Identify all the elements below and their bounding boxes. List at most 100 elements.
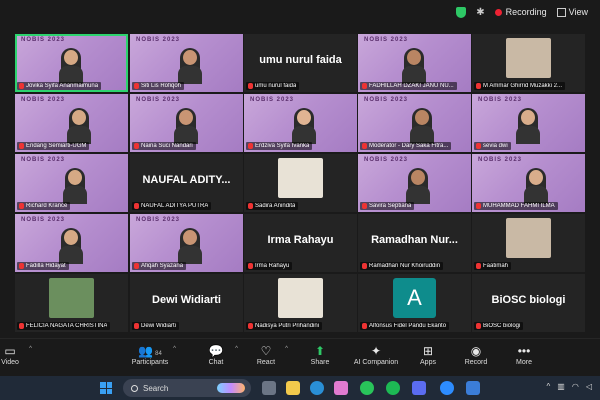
- chevron-up-icon[interactable]: ^: [235, 346, 238, 352]
- conference-banner: NOBIS 2023: [21, 217, 66, 223]
- react-button[interactable]: ♡ React ^: [242, 343, 290, 373]
- profile-picture: [278, 158, 323, 198]
- conference-banner: NOBIS 2023: [136, 37, 181, 43]
- participant-name-label: Naina Suci Nandari: [132, 142, 196, 150]
- participant-video: [59, 48, 83, 84]
- taskbar-search[interactable]: Search: [123, 379, 251, 397]
- encryption-shield-icon[interactable]: [456, 6, 467, 18]
- muted-mic-icon: [134, 143, 139, 149]
- participant-name: NAUFAL ADITYA PUTRA: [141, 203, 209, 209]
- participant-tile[interactable]: umu nurul faida umu nurul faida: [244, 34, 357, 92]
- video-button[interactable]: ▭ Video ^: [0, 343, 34, 373]
- muted-mic-icon: [19, 263, 24, 269]
- participant-tile[interactable]: NOBIS 2023 Jovika Syifa Ananmaimuna: [15, 34, 128, 92]
- participant-tile[interactable]: NOBIS 2023 sevia dwi: [472, 94, 585, 152]
- participant-name: Erdziva Syifa Ivanka: [255, 143, 310, 149]
- participant-video: [67, 108, 91, 144]
- sparkle-icon[interactable]: ✱: [476, 7, 484, 18]
- volume-icon[interactable]: ◁: [586, 382, 592, 391]
- chevron-up-icon[interactable]: ^: [547, 382, 551, 391]
- participant-display-name: NAUFAL ADITY...: [142, 174, 231, 186]
- muted-mic-icon: [248, 263, 253, 269]
- view-button[interactable]: View: [556, 7, 588, 17]
- search-icon: [131, 384, 138, 392]
- zoom-icon[interactable]: [440, 381, 454, 395]
- participant-tile[interactable]: NOBIS 2023 Savira Septiana: [358, 154, 471, 212]
- participant-display-name: BiOSC biologi: [491, 294, 566, 306]
- participants-button[interactable]: 👥 84 Participants ^: [122, 343, 178, 373]
- participant-name: MUHAMMAD FAHMI ILMA: [483, 203, 555, 209]
- participant-tile[interactable]: Irma Rahayu Irma Rahayu: [244, 214, 357, 272]
- participant-tile[interactable]: NOBIS 2023 Richard Krance: [15, 154, 128, 212]
- whatsapp-icon[interactable]: [360, 381, 374, 395]
- participant-name-label: FADHILLAH DZAKI JANU NU...: [360, 82, 457, 90]
- participant-tile[interactable]: NOBIS 2023 Moderator - Dary Saka Fitra...: [358, 94, 471, 152]
- participant-video: [516, 108, 540, 144]
- participant-tile[interactable]: NOBIS 2023 Afiqah Syazana: [130, 214, 243, 272]
- recording-label: Recording: [505, 7, 547, 17]
- participant-tile[interactable]: A Alfonsus Fidel Pandu Ekanto: [358, 274, 471, 332]
- participant-tile[interactable]: NOBIS 2023 FADHILLAH DZAKI JANU NU...: [358, 34, 471, 92]
- participant-tile[interactable]: Sadira Anindita: [244, 154, 357, 212]
- participant-tile[interactable]: BiOSC biologi BiOSC biologi: [472, 274, 585, 332]
- recording-indicator[interactable]: Recording: [494, 7, 547, 17]
- ai-companion-label: AI Companion: [353, 359, 399, 366]
- participants-icon: 👥 84: [138, 344, 162, 358]
- participant-name: Jovika Syifa Ananmaimuna: [26, 83, 99, 89]
- copilot-icon[interactable]: [334, 381, 348, 395]
- participant-name: Fadilla Hidayat: [26, 263, 66, 269]
- chevron-up-icon[interactable]: ^: [29, 346, 32, 352]
- windows-start-icon[interactable]: [100, 382, 112, 394]
- more-button[interactable]: ••• More: [500, 343, 548, 373]
- ai-companion-button[interactable]: ✦ AI Companion: [344, 343, 408, 373]
- participant-tile[interactable]: Nadisya Putri Prihandini: [244, 274, 357, 332]
- edge-browser-icon[interactable]: [310, 381, 324, 395]
- apps-button[interactable]: ⊞ Apps: [404, 343, 452, 373]
- participant-tile[interactable]: FELICIA NAGATA CHRISTINA: [15, 274, 128, 332]
- participants-label: Participants: [131, 359, 169, 366]
- participant-tile[interactable]: NOBIS 2023 Siti Lis Rofiqoh: [130, 34, 243, 92]
- file-explorer-icon[interactable]: [286, 381, 300, 395]
- participant-video: [63, 168, 87, 204]
- chevron-up-icon[interactable]: ^: [285, 346, 288, 352]
- participant-name-label: BiOSC biologi: [474, 322, 524, 330]
- share-button[interactable]: ⬆ Share: [296, 343, 344, 373]
- muted-mic-icon: [476, 143, 481, 149]
- participant-tile[interactable]: NAUFAL ADITY... NAUFAL ADITYA PUTRA: [130, 154, 243, 212]
- teams-icon[interactable]: [412, 381, 426, 395]
- participant-tile[interactable]: NOBIS 2023 Endang Semiarti-UGM: [15, 94, 128, 152]
- participant-tile[interactable]: Faatimah: [472, 214, 585, 272]
- participant-tile[interactable]: NOBIS 2023 MUHAMMAD FAHMI ILMA: [472, 154, 585, 212]
- network-icon[interactable]: ▥: [557, 382, 565, 391]
- participant-name: Faatimah: [483, 263, 509, 269]
- participant-tile[interactable]: Ramadhan Nur... Ramadhan Nur Khoiruddin: [358, 214, 471, 272]
- wifi-icon[interactable]: ◠: [572, 382, 579, 391]
- participant-name-label: Richard Krance: [17, 202, 71, 210]
- participant-tile[interactable]: Dewi Widiarti Dewi Widiarti: [130, 274, 243, 332]
- search-placeholder: Search: [143, 383, 169, 393]
- participant-tile[interactable]: NOBIS 2023 Naina Suci Nandari: [130, 94, 243, 152]
- initial-avatar: A: [393, 278, 436, 318]
- chat-button[interactable]: 💬 Chat ^: [192, 343, 240, 373]
- conference-banner: NOBIS 2023: [21, 157, 66, 163]
- participant-name-label: NAUFAL ADITYA PUTRA: [132, 202, 212, 210]
- task-view-icon[interactable]: [262, 381, 276, 395]
- muted-mic-icon: [248, 83, 253, 89]
- participant-video: [524, 168, 548, 204]
- participant-tile[interactable]: NOBIS 2023 Erdziva Syifa Ivanka: [244, 94, 357, 152]
- record-button[interactable]: ◉ Record: [452, 343, 500, 373]
- conference-banner: NOBIS 2023: [364, 97, 409, 103]
- chevron-up-icon[interactable]: ^: [173, 346, 176, 352]
- view-label: View: [568, 7, 588, 17]
- spotify-icon[interactable]: [386, 381, 400, 395]
- participant-name: Afiqah Syazana: [141, 263, 184, 269]
- muted-mic-icon: [19, 203, 24, 209]
- photos-icon[interactable]: [466, 381, 480, 395]
- participant-name: FADHILLAH DZAKI JANU NU...: [369, 83, 454, 89]
- participant-tile[interactable]: M Ammar Ghirrid Muzakki 2...: [472, 34, 585, 92]
- participant-name-label: Alfonsus Fidel Pandu Ekanto: [360, 322, 450, 330]
- participant-tile[interactable]: NOBIS 2023 Fadilla Hidayat: [15, 214, 128, 272]
- system-tray: ^ ▥ ◠ ◁: [547, 382, 592, 391]
- profile-picture: [506, 38, 551, 78]
- muted-mic-icon: [476, 263, 481, 269]
